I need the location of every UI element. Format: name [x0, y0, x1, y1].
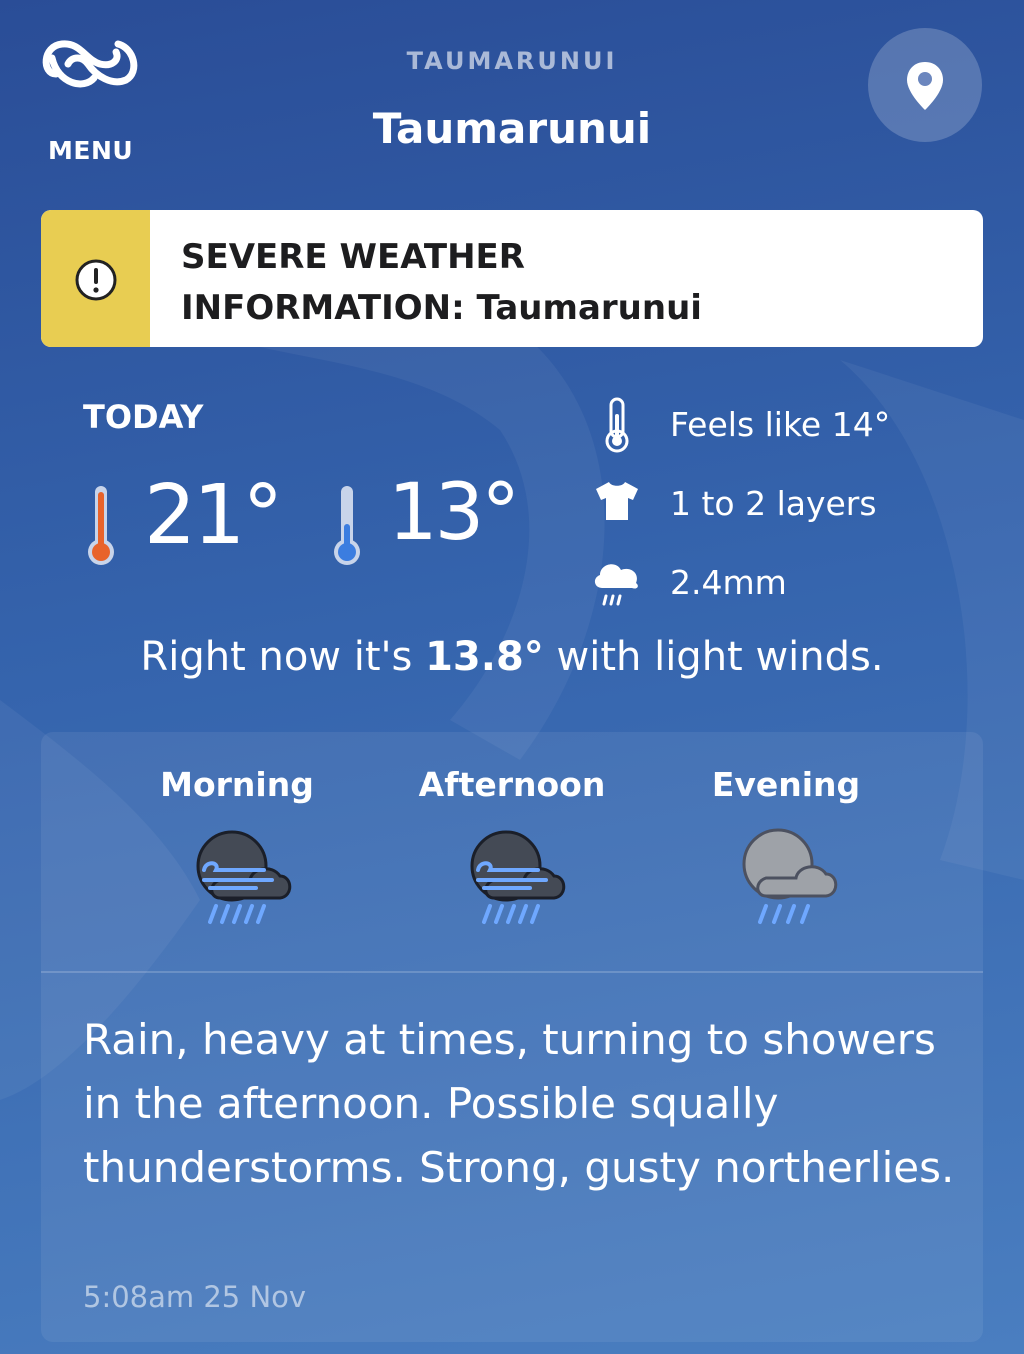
- location-button[interactable]: [868, 28, 982, 142]
- period-evening-label: Evening: [711, 765, 861, 804]
- today-label: TODAY: [83, 398, 204, 436]
- thermometer-low-icon: [334, 486, 360, 565]
- warning-text: SEVERE WEATHER INFORMATION: Taumarunui: [181, 232, 961, 334]
- current-conditions: Right now it's 13.8° with light winds.: [0, 634, 1024, 680]
- warning-line-2: INFORMATION: Taumarunui: [181, 288, 702, 328]
- period-afternoon-label: Afternoon: [418, 765, 606, 804]
- severe-weather-banner[interactable]: SEVERE WEATHER INFORMATION: Taumarunui: [41, 210, 983, 347]
- warning-accent: [41, 210, 150, 347]
- issued-timestamp: 5:08am 25 Nov: [83, 1280, 307, 1314]
- rain-wind-icon: [470, 830, 566, 924]
- high-temperature: 21°: [144, 468, 283, 563]
- thermometer-high-icon: [88, 486, 114, 565]
- thermometer-icon: [605, 397, 629, 453]
- exclamation-icon: [75, 259, 117, 301]
- current-suffix: with light winds.: [543, 634, 884, 680]
- period-morning-label: Morning: [160, 765, 314, 804]
- rain-wind-icon: [196, 830, 292, 924]
- rainfall-amount: 2.4mm: [670, 563, 787, 602]
- current-temperature: 13.8°: [425, 634, 544, 680]
- tshirt-icon: [596, 482, 638, 520]
- current-prefix: Right now it's: [140, 634, 426, 680]
- map-pin-icon: [907, 62, 943, 110]
- warning-line-1: SEVERE WEATHER: [181, 237, 525, 277]
- feels-like: Feels like 14°: [670, 405, 891, 444]
- page-title[interactable]: Taumarunui: [0, 104, 1024, 153]
- cloud-rain-icon: [742, 828, 838, 924]
- forecast-description: Rain, heavy at times, turning to showers…: [83, 1015, 955, 1192]
- layers-advice: 1 to 2 layers: [670, 484, 877, 523]
- rain-cloud-icon: [594, 564, 638, 606]
- low-temperature: 13°: [388, 468, 520, 558]
- panel-divider: [41, 971, 983, 973]
